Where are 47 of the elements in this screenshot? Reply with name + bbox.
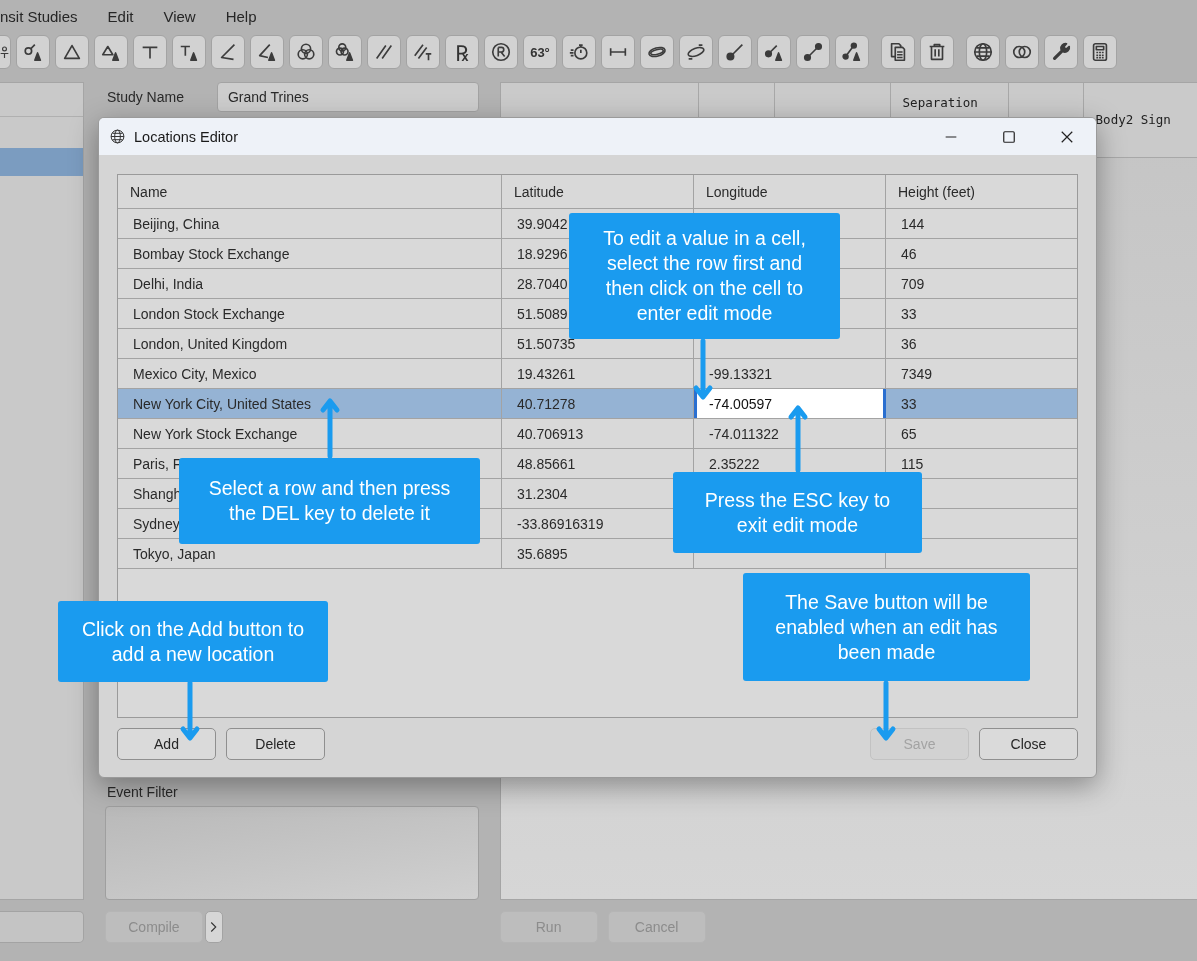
column-header[interactable]: Height (feet) (886, 175, 1077, 208)
button[interactable]: Add (117, 728, 216, 760)
button[interactable]: Close (979, 728, 1078, 760)
table-cell: New York City, United States (118, 389, 502, 418)
window-title: Locations Editor (134, 128, 238, 145)
toolbar-button[interactable]: ℞ (445, 35, 479, 69)
table-cell: Beijing, China (118, 209, 502, 238)
table-cell-text: 33 (900, 304, 918, 324)
table-cell: Bombay Stock Exchange (118, 239, 502, 268)
table-cell-text: 709 (900, 274, 926, 294)
table-cell-text: 33 (900, 394, 918, 414)
table-cell: New York Stock Exchange (118, 419, 502, 448)
table-cell: London Stock Exchange (118, 299, 502, 328)
table-cell: Delhi, India (118, 269, 502, 298)
callout-tooltip: Click on the Add button to add a new location (58, 601, 328, 682)
menu-item[interactable]: Help (225, 8, 257, 25)
table-cell: Mexico City, Mexico (118, 359, 502, 388)
table-cell-text: 144 (900, 214, 926, 234)
callout-tooltip: To edit a value in a cell, select the row first and then click on the cell to enter edit mode (569, 213, 840, 339)
table-cell-text: 115 (900, 454, 925, 474)
menu-item[interactable]: Edit (107, 8, 134, 25)
table-cell: -99.13321 (694, 359, 886, 388)
table-cell-text: 46 (900, 244, 918, 264)
button[interactable]: Delete (226, 728, 325, 760)
toolbar-button[interactable]: 63° (523, 35, 557, 69)
column-header[interactable]: Name (118, 175, 502, 208)
table-cell: -74.011322 (694, 419, 886, 448)
menu-item[interactable]: nsit Studies (0, 8, 78, 25)
study-name-field[interactable]: Grand Trines (216, 82, 479, 112)
table-cell-text: 7349 (900, 364, 934, 384)
cell-input-field[interactable]: -74.00597 (694, 389, 886, 418)
field-label: Study Name (105, 89, 185, 105)
field-label: Event Filter (105, 784, 179, 800)
callout-tooltip: The Save button will be enabled when an edit has been made (743, 573, 1030, 681)
table-row[interactable]: New York City, United States 40.71278 -74.00597 33 (118, 389, 1077, 419)
table-row[interactable]: New York Stock Exchange 40.706913 -74.011322 65 (118, 419, 1077, 449)
callout-tooltip: Select a row and then press the DEL key to delete it (179, 458, 480, 544)
table-cell: 19.43261 (502, 359, 694, 388)
column-header[interactable]: Body2 Sign (1083, 83, 1197, 157)
callout-tooltip: Press the ESC key to exit edit mode (673, 472, 922, 553)
table-cell: London, United Kingdom (118, 329, 502, 358)
column-header[interactable]: Longitude (694, 175, 886, 208)
column-header[interactable]: Latitude (502, 175, 694, 208)
table-cell: 40.706913 (502, 419, 694, 448)
table-cell-text: 65 (900, 424, 918, 444)
table-cell-text: 36 (900, 334, 918, 354)
menu-item[interactable]: View (163, 8, 196, 25)
